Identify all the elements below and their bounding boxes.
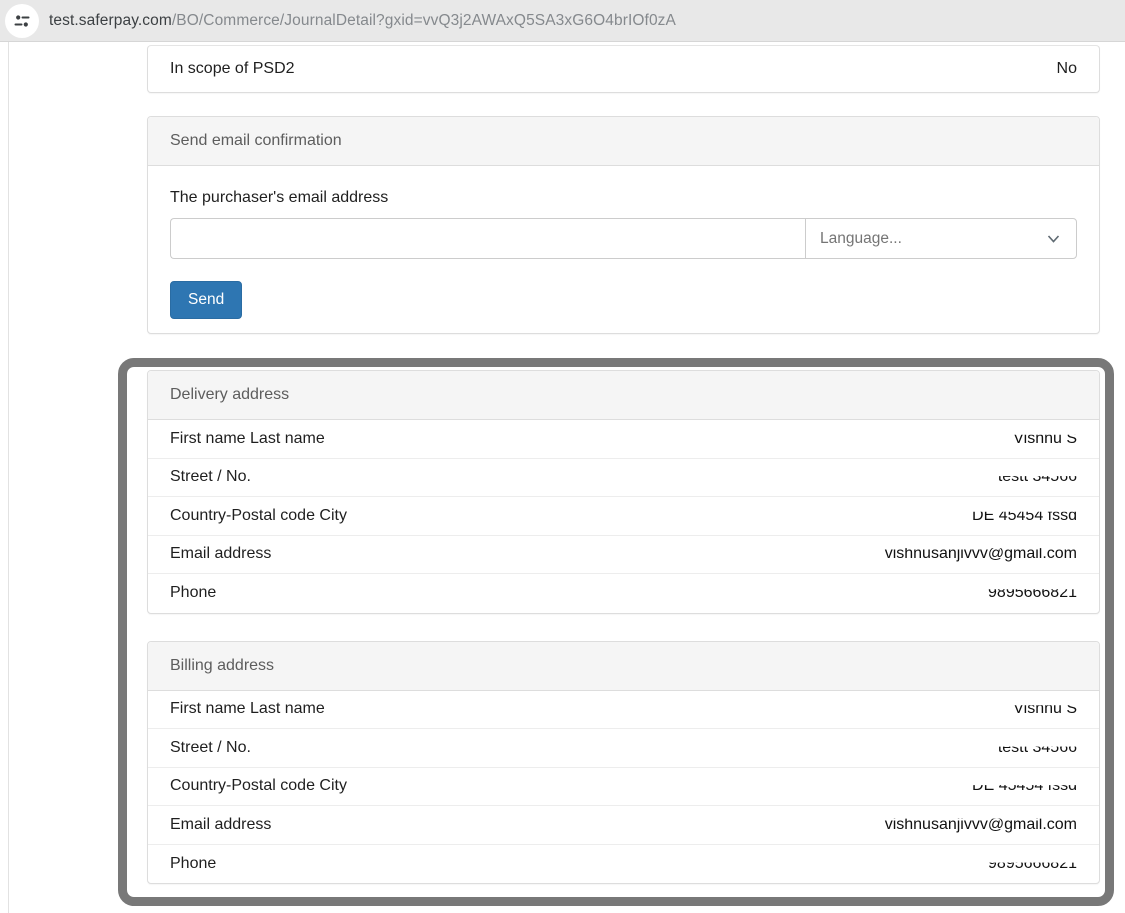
table-row: Country-Postal code City DE 45454 fssd (148, 768, 1099, 807)
row-label: Street / No. (170, 739, 251, 757)
page-left-divider (8, 42, 9, 913)
row-label: Phone (170, 855, 216, 873)
psd2-row: In scope of PSD2 No (148, 46, 1099, 92)
row-label: First name Last name (170, 700, 325, 718)
table-row: Phone 9895666821 (148, 845, 1099, 884)
table-row: First name Last name Vishnu S (148, 420, 1099, 459)
language-select-placeholder: Language... (820, 230, 902, 248)
site-settings-icon[interactable] (5, 4, 39, 38)
address-url[interactable]: test.saferpay.com/BO/Commerce/JournalDet… (49, 12, 676, 30)
row-value: 9895666821 (988, 584, 1077, 602)
row-label: Country-Postal code City (170, 507, 347, 525)
row-value: testt 34566 (998, 739, 1077, 757)
row-label: Email address (170, 816, 271, 834)
row-label: Country-Postal code City (170, 777, 347, 795)
browser-url-bar[interactable]: test.saferpay.com/BO/Commerce/JournalDet… (0, 0, 1125, 42)
chevron-down-icon (1045, 230, 1062, 247)
row-label: First name Last name (170, 430, 325, 448)
send-email-confirmation-panel: Send email confirmation The purchaser's … (147, 116, 1100, 334)
psd2-value: No (1057, 60, 1077, 78)
table-row: First name Last name Vishnu S (148, 691, 1099, 730)
purchaser-email-input[interactable] (170, 218, 805, 259)
url-host: test.saferpay.com (49, 12, 172, 29)
row-value: vishnusanjivvv@gmail.com (885, 545, 1077, 563)
row-label: Phone (170, 584, 216, 602)
table-row: Street / No. testt 34566 (148, 729, 1099, 768)
table-row: Street / No. testt 34566 (148, 459, 1099, 498)
purchaser-email-label: The purchaser's email address (170, 189, 1077, 207)
row-label: Street / No. (170, 468, 251, 486)
row-value: vishnusanjivvv@gmail.com (885, 816, 1077, 834)
delivery-address-title: Delivery address (148, 371, 1099, 420)
table-row: Email address vishnusanjivvv@gmail.com (148, 536, 1099, 575)
send-button[interactable]: Send (170, 281, 242, 319)
row-value: testt 34566 (998, 468, 1077, 486)
delivery-address-panel: Delivery address First name Last name Vi… (147, 370, 1100, 614)
table-row: Country-Postal code City DE 45454 fssd (148, 497, 1099, 536)
row-value: DE 45454 fssd (972, 777, 1077, 795)
billing-address-panel: Billing address First name Last name Vis… (147, 641, 1100, 885)
row-value: DE 45454 fssd (972, 507, 1077, 525)
table-row: Email address vishnusanjivvv@gmail.com (148, 806, 1099, 845)
send-email-panel-title: Send email confirmation (148, 117, 1099, 166)
row-label: Email address (170, 545, 271, 563)
email-input-group: Language... (170, 218, 1077, 259)
url-path: /BO/Commerce/JournalDetail?gxid=vvQ3j2AW… (172, 12, 676, 29)
billing-address-title: Billing address (148, 642, 1099, 691)
language-select[interactable]: Language... (805, 218, 1077, 259)
psd2-label: In scope of PSD2 (170, 60, 295, 78)
psd2-panel: In scope of PSD2 No (147, 45, 1100, 93)
tune-icon (13, 12, 31, 30)
page-body: In scope of PSD2 No Send email confirmat… (0, 42, 1125, 913)
table-row: Phone 9895666821 (148, 574, 1099, 613)
row-value: Vishnu S (1013, 430, 1077, 448)
row-value: Vishnu S (1013, 700, 1077, 718)
row-value: 9895666821 (988, 855, 1077, 873)
